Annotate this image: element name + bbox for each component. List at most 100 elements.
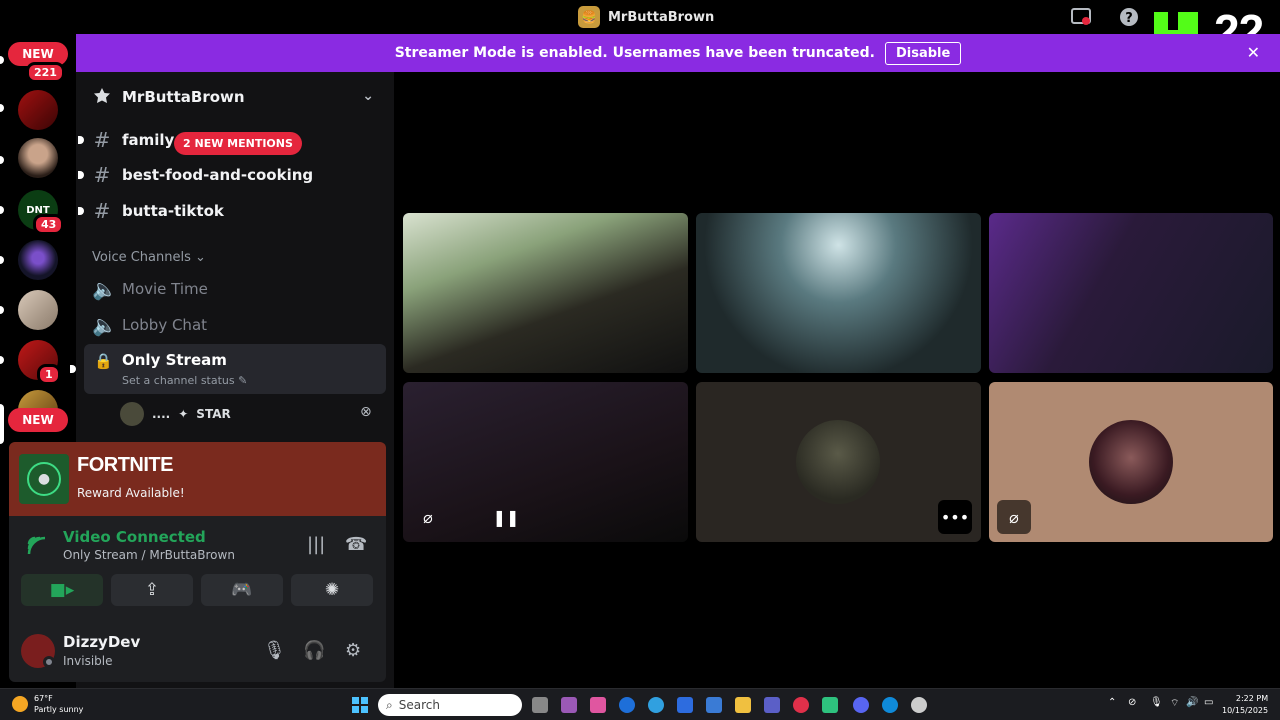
soundboard-button[interactable]: ✺ — [291, 574, 373, 606]
video-tile[interactable] — [696, 213, 981, 373]
server-icon-portrait[interactable] — [18, 138, 58, 178]
copilot-icon[interactable] — [561, 697, 577, 713]
volume-icon[interactable]: 🔊 — [1186, 697, 1198, 708]
fortnite-reward-card[interactable]: ● FORTNITE Reward Available! — [9, 442, 386, 516]
voice-channel-movie-time[interactable]: 🔈 Movie Time — [84, 272, 386, 306]
voice-location[interactable]: Only Stream / MrButtaBrown — [63, 548, 235, 562]
app-icon[interactable] — [822, 697, 838, 713]
voice-channel-lobby-chat[interactable]: 🔈 Lobby Chat — [84, 308, 386, 342]
noise-suppression-icon[interactable]: ||| — [307, 534, 325, 555]
microphone-icon[interactable]: 🎙 — [263, 640, 286, 661]
headphones-icon[interactable]: 🎧 — [303, 640, 325, 661]
connection-signal-icon[interactable] — [27, 536, 47, 561]
system-clock[interactable]: 2:22 PM 10/15/2025 — [1222, 693, 1268, 717]
discord-logo-icon: ● — [19, 454, 69, 504]
promo-game-title: FORTNITE — [77, 454, 174, 476]
unread-indicator — [0, 356, 4, 364]
speaker-icon: 🔈 — [92, 313, 117, 337]
video-tile[interactable]: ⌀ ❚❚ — [403, 382, 688, 542]
video-tile[interactable] — [989, 213, 1273, 373]
inbox-icon[interactable] — [1070, 6, 1092, 28]
more-options-icon[interactable]: ••• — [938, 500, 972, 534]
unread-indicator — [0, 104, 4, 112]
search-icon: ⌕ — [386, 697, 393, 712]
chevron-up-icon[interactable]: ⌃ — [1108, 697, 1116, 708]
svg-text:?: ? — [1125, 11, 1133, 26]
server-icon-car-red[interactable] — [18, 90, 58, 130]
voice-participant[interactable]: .... ✦ STAR — [120, 402, 231, 426]
chrome-icon[interactable] — [648, 697, 664, 713]
unread-count-badge: 1 — [37, 364, 61, 385]
avatar — [120, 402, 144, 426]
channel-name: Lobby Chat — [122, 316, 208, 334]
steam-icon[interactable] — [911, 697, 927, 713]
wifi-icon[interactable]: ⌔ — [1170, 697, 1179, 710]
channel-butta-tiktok[interactable]: # butta-tiktok — [78, 194, 386, 228]
activities-button[interactable]: 🎮 — [201, 574, 283, 606]
weather-widget[interactable]: 67°F Partly sunny — [12, 693, 83, 715]
partly-sunny-icon — [12, 696, 28, 712]
unread-indicator — [0, 256, 4, 264]
taskbar-search[interactable]: ⌕ Search — [378, 694, 522, 716]
voice-channels-category[interactable]: Voice Channels ⌄ — [92, 250, 206, 265]
maps-pin-icon[interactable] — [793, 697, 809, 713]
weather-condition: Partly sunny — [34, 705, 84, 714]
unread-indicator — [78, 207, 84, 215]
help-icon[interactable]: ? — [1118, 6, 1140, 28]
server-icon-cat[interactable] — [18, 290, 58, 330]
camera-button[interactable]: ■▸ — [21, 574, 103, 606]
disconnect-icon[interactable]: ☎ — [345, 534, 367, 555]
star-role-icon: ✦ — [178, 407, 189, 421]
locked-voice-icon: 🔒 — [94, 352, 113, 370]
username[interactable]: DizzyDev — [63, 633, 140, 651]
unread-count-badge: 221 — [26, 62, 65, 83]
video-tile[interactable]: ⌀ — [989, 382, 1273, 542]
app-icon[interactable] — [590, 697, 606, 713]
discord-app: 🍔 MrButtaBrown ? 22 Streamer Mode is ena… — [0, 0, 1280, 688]
task-view-icon[interactable] — [532, 697, 548, 713]
clock-date: 10/15/2025 — [1222, 706, 1269, 715]
hp-icon[interactable] — [619, 697, 635, 713]
channel-status-text: Set a channel status — [122, 374, 235, 387]
server-header[interactable]: MrButtaBrown ⌄ — [76, 72, 394, 122]
pencil-icon: ✎ — [238, 374, 248, 387]
settings-gear-icon[interactable]: ⚙ — [345, 640, 361, 661]
promo-reward-text: Reward Available! — [77, 486, 185, 500]
voice-channel-only-stream[interactable]: 🔒 Only Stream Set a channel status ✎ — [70, 344, 386, 394]
screen-share-icon: ⇪ — [144, 580, 160, 600]
channel-status[interactable]: Set a channel status ✎ — [122, 374, 247, 387]
video-tile[interactable]: ••• — [696, 382, 981, 542]
store-icon[interactable] — [706, 697, 722, 713]
new-mentions-badge[interactable]: 2 NEW MENTIONS — [174, 132, 302, 155]
unread-indicator — [70, 365, 76, 373]
windows-start-icon[interactable] — [352, 697, 368, 713]
chevron-down-icon[interactable]: ⌄ — [362, 88, 374, 104]
video-tile[interactable] — [403, 213, 688, 373]
teams-icon[interactable] — [764, 697, 780, 713]
battery-icon[interactable]: ▭ — [1204, 697, 1213, 708]
server-icon-alien[interactable] — [18, 240, 58, 280]
banner-text: Streamer Mode is enabled. Usernames have… — [394, 45, 875, 61]
screen-share-button[interactable]: ⇪ — [111, 574, 193, 606]
channel-best-food-and-cooking[interactable]: # best-food-and-cooking — [78, 158, 386, 192]
close-banner-icon[interactable]: ✕ — [1247, 43, 1260, 62]
tray-icon[interactable]: ⊘ — [1128, 697, 1136, 708]
server-logo-icon: 🍔 — [578, 6, 600, 28]
clock-time: 2:22 PM — [1235, 694, 1269, 703]
unread-indicator — [0, 156, 4, 164]
edge-icon[interactable] — [882, 697, 898, 713]
unread-indicator — [0, 56, 4, 64]
disable-streamer-mode-button[interactable]: Disable — [884, 41, 962, 65]
pause-icon[interactable]: ❚❚ — [489, 500, 523, 534]
window-title: 🍔 MrButtaBrown — [578, 6, 714, 28]
selected-server-indicator — [0, 404, 4, 444]
zoom-icon[interactable] — [677, 697, 693, 713]
voice-status[interactable]: Video Connected — [63, 528, 206, 546]
user-panel: DizzyDev Invisible 🎙 🎧 ⚙ — [9, 620, 386, 682]
file-explorer-icon[interactable] — [735, 697, 751, 713]
chevron-down-icon: ⌄ — [195, 250, 206, 265]
discord-icon[interactable] — [853, 697, 869, 713]
new-badge[interactable]: NEW — [8, 408, 68, 432]
microphone-icon[interactable]: 🎙 — [1150, 697, 1163, 708]
unread-indicator — [78, 171, 84, 179]
